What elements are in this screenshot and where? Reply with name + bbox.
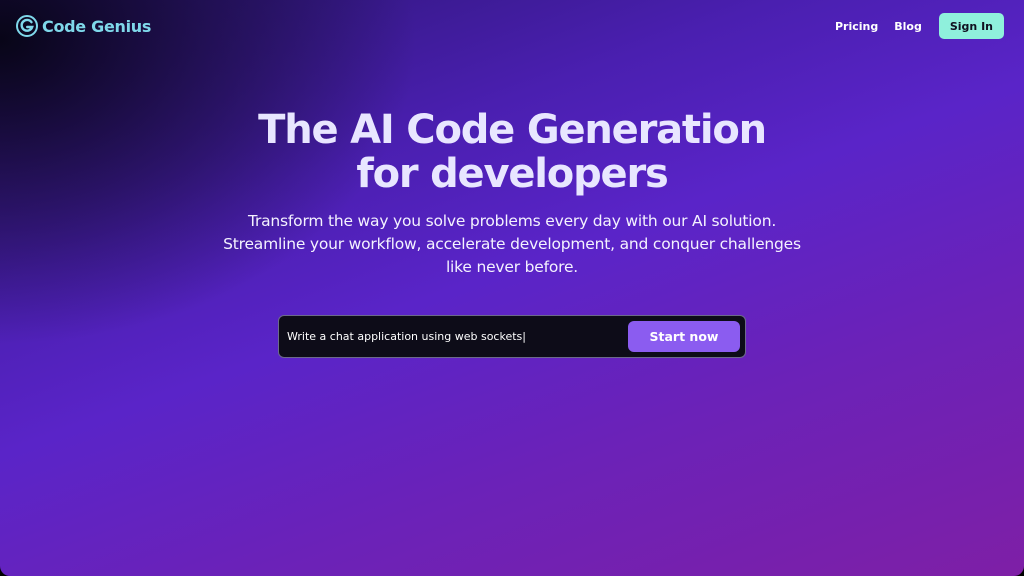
start-now-button[interactable]: Start now: [628, 321, 740, 352]
letter-g-logo-icon: [16, 15, 38, 37]
nav-link-blog[interactable]: Blog: [894, 20, 922, 33]
hero-title: The AI Code Generation for developers: [202, 108, 822, 196]
hero-section: The AI Code Generation for developers Tr…: [0, 108, 1024, 279]
nav-link-pricing[interactable]: Pricing: [835, 20, 878, 33]
hero-title-line-2: for developers: [356, 151, 668, 197]
prompt-input[interactable]: [287, 330, 617, 343]
prompt-bar: Start now: [278, 315, 746, 358]
hero-subtitle: Transform the way you solve problems eve…: [223, 212, 801, 276]
hero-title-line-1: The AI Code Generation: [258, 107, 767, 153]
brand-name: Code Genius: [42, 16, 152, 36]
brand[interactable]: Code Genius: [16, 15, 151, 37]
sign-in-button[interactable]: Sign In: [938, 13, 1004, 39]
landing-page: Code Genius Pricing Blog Sign In The AI …: [0, 0, 1024, 576]
nav-links: Pricing Blog Sign In: [819, 13, 1004, 39]
top-nav: Code Genius Pricing Blog Sign In: [0, 0, 1024, 52]
